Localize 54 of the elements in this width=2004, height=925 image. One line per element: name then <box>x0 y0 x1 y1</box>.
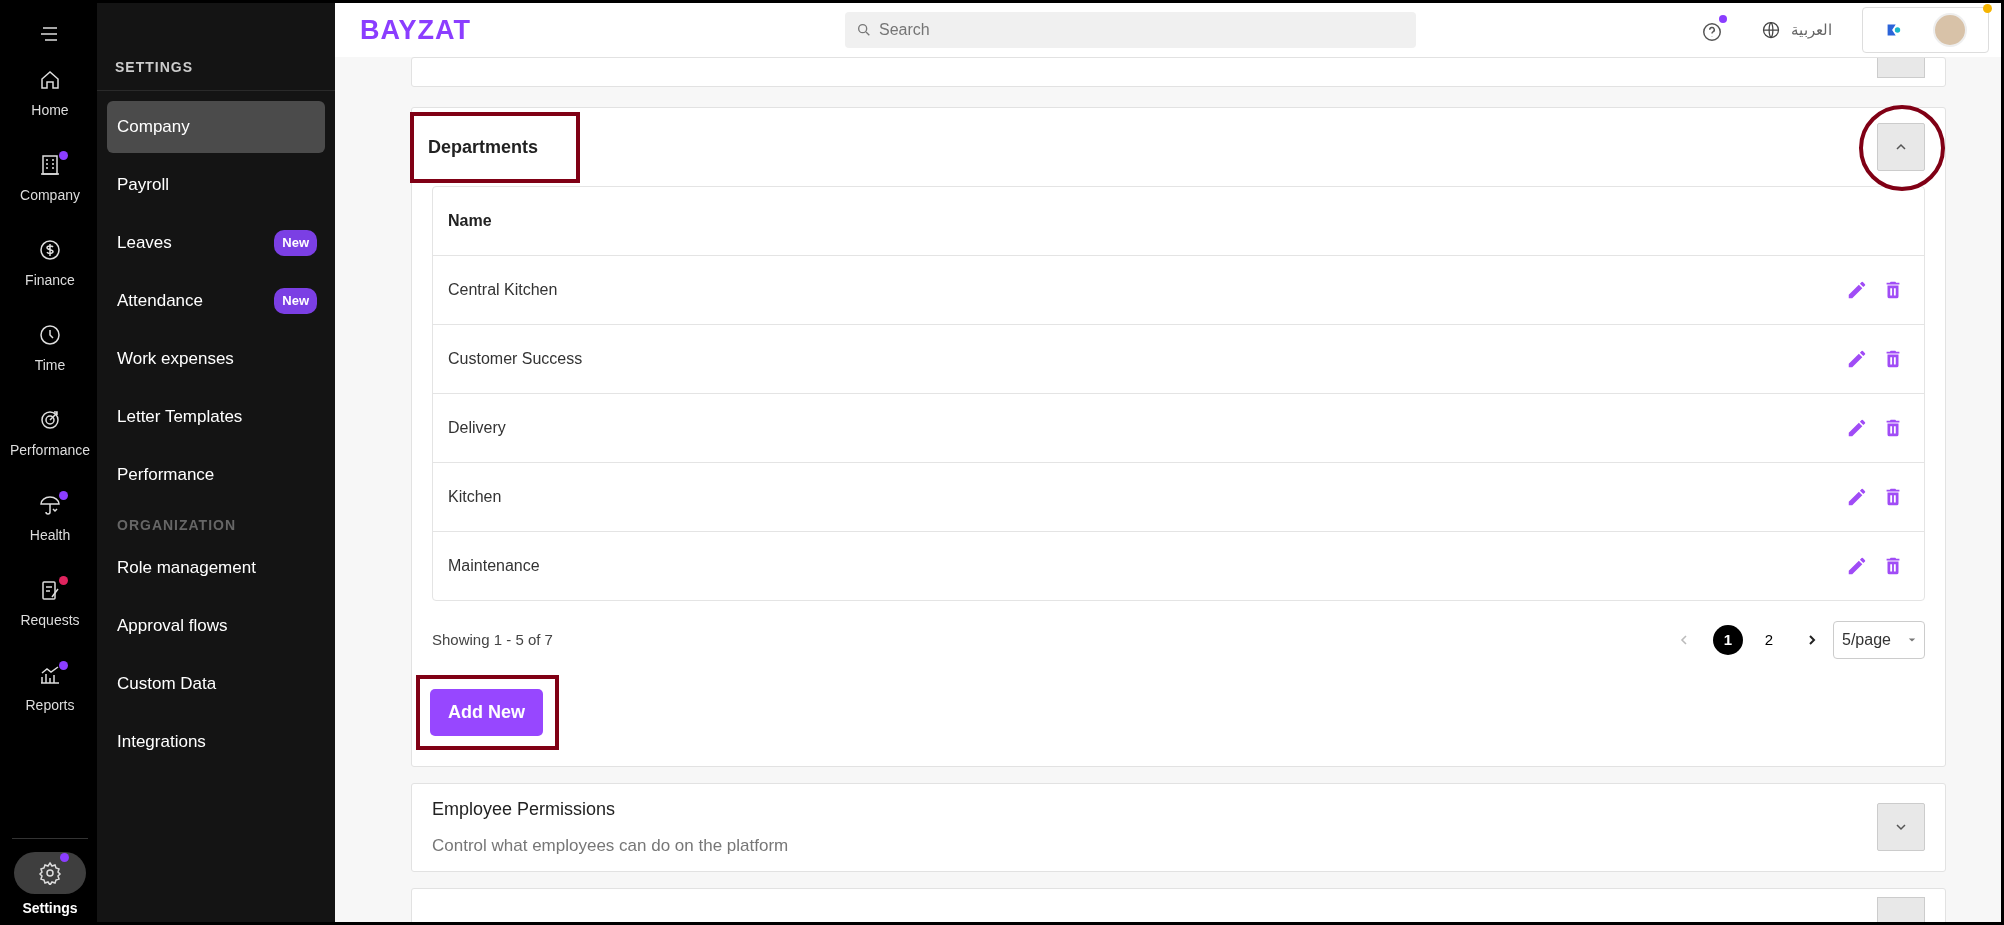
rail-item[interactable]: Health <box>3 476 97 562</box>
settings-icon <box>38 861 62 885</box>
table-cell-text: Maintenance <box>448 556 540 576</box>
sidebar-item[interactable]: Payroll <box>107 159 325 211</box>
page-button[interactable]: 1 <box>1713 625 1743 655</box>
sidebar-item[interactable]: Custom Data <box>107 658 325 710</box>
sidebar-item[interactable]: Performance <box>107 449 325 501</box>
pagination-summary: Showing 1 - 5 of 7 <box>432 629 553 650</box>
language-button[interactable]: العربية <box>1755 17 1838 43</box>
pencil-icon[interactable] <box>1846 486 1868 508</box>
clock-icon <box>38 322 62 347</box>
dollar-circle-icon <box>38 237 62 262</box>
section-title: Employee Permissions <box>432 798 617 821</box>
sidebar-item[interactable]: Integrations <box>107 716 325 768</box>
logo: BAYZAT <box>360 13 472 47</box>
pencil-icon[interactable] <box>1846 279 1868 301</box>
toggle-button[interactable] <box>1877 58 1925 78</box>
add-new-button[interactable]: Add New <box>430 689 543 736</box>
caret-icon <box>1908 636 1916 644</box>
collapse-toggle[interactable] <box>1877 123 1925 171</box>
section-heading: ORGANIZATION <box>116 516 238 535</box>
sidebar-item[interactable]: Company <box>107 101 325 153</box>
table-cell-text: Kitchen <box>448 487 502 507</box>
rail-item[interactable]: Time <box>3 306 97 392</box>
avatar <box>1932 13 1967 47</box>
sidebar-item[interactable]: Role management <box>107 542 325 594</box>
rail-item[interactable]: Home <box>3 51 97 137</box>
globe-icon <box>1761 20 1781 40</box>
sidebar-item[interactable]: Work expenses <box>107 333 325 385</box>
sidebar-item[interactable]: Attendance New <box>107 275 325 327</box>
new-badge: New <box>274 230 317 256</box>
sidebar-item[interactable]: Approval flows <box>107 600 325 652</box>
pencil-icon[interactable] <box>1846 348 1868 370</box>
page-button[interactable]: 2 <box>1754 625 1784 655</box>
column-header: Name <box>447 211 493 231</box>
notification-dot <box>1983 4 1992 13</box>
rail-item[interactable]: Company <box>3 136 97 222</box>
sidebar-item[interactable]: Letter Templates <box>107 391 325 443</box>
rail-item[interactable]: Requests <box>3 561 97 647</box>
rail-item[interactable]: Reports <box>3 646 97 732</box>
rail-item[interactable]: Finance <box>3 221 97 307</box>
sidebar-item[interactable]: Leaves New <box>107 217 325 269</box>
pencil-icon[interactable] <box>1846 417 1868 439</box>
pencil-icon[interactable] <box>1846 555 1868 577</box>
collapse-toggle[interactable] <box>1877 803 1925 852</box>
table-cell-text: Central Kitchen <box>448 280 558 300</box>
table-cell-text: Delivery <box>448 418 506 438</box>
rail-item[interactable]: Performance <box>3 391 97 477</box>
page-size-dropdown[interactable]: 5/page <box>1833 621 1925 659</box>
search-field[interactable]: Search <box>845 12 1416 48</box>
new-badge: New <box>274 288 317 314</box>
section-subtitle: Control what employees can do on the platform <box>432 835 789 857</box>
building-icon <box>38 152 62 177</box>
table-cell-text: Customer Success <box>448 349 583 369</box>
